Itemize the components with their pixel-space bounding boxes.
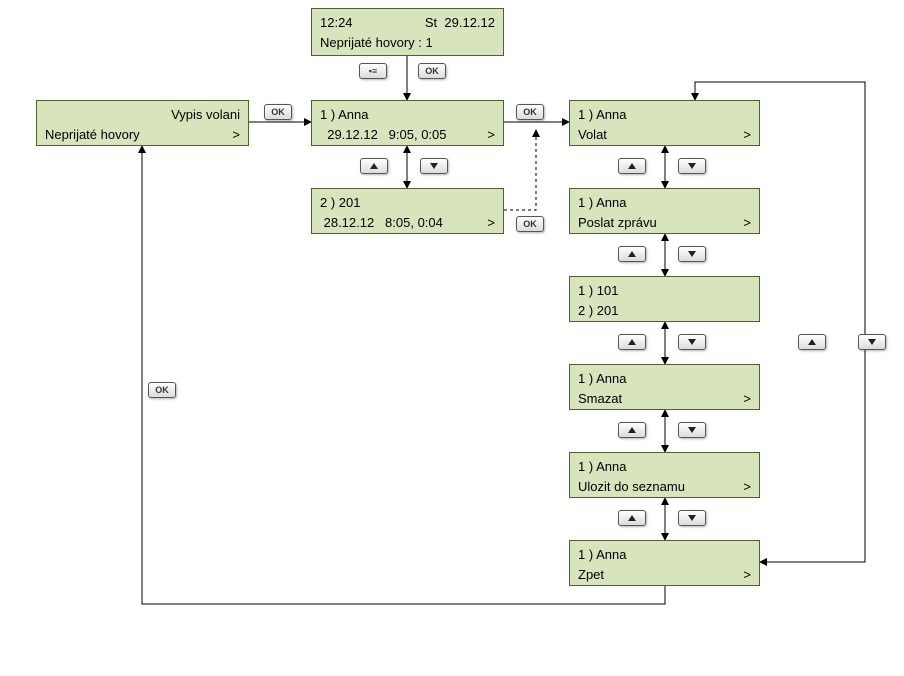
menu-volat[interactable]: 1 ) Anna Volat >	[569, 100, 760, 146]
triangle-down-icon	[688, 251, 696, 257]
triangle-down-icon	[688, 163, 696, 169]
menu6-line1: 1 ) Anna	[578, 545, 751, 565]
triangle-down-icon	[868, 339, 876, 345]
down-button[interactable]	[678, 334, 706, 350]
menu6-label: Zpet	[578, 565, 604, 585]
up-button[interactable]	[360, 158, 388, 174]
chevron-right-icon: >	[232, 125, 240, 145]
triangle-up-icon	[628, 427, 636, 433]
home-date: 29.12.12	[444, 15, 495, 30]
menu-ulozit[interactable]: 1 ) Anna Ulozit do seznamu >	[569, 452, 760, 498]
calllog-title: Vypis volani	[171, 105, 240, 125]
chevron-right-icon: >	[743, 125, 751, 145]
entry1-detail: 29.12.12 9:05, 0:05	[320, 125, 447, 145]
triangle-up-icon	[628, 163, 636, 169]
up-button[interactable]	[618, 158, 646, 174]
chevron-right-icon: >	[743, 477, 751, 497]
menu5-label: Ulozit do seznamu	[578, 477, 685, 497]
screen-home: 12:24 St 29.12.12 Neprijaté hovory : 1	[311, 8, 504, 56]
up-button[interactable]	[618, 334, 646, 350]
triangle-down-icon	[688, 515, 696, 521]
down-button[interactable]	[858, 334, 886, 350]
menu-poslat[interactable]: 1 ) Anna Poslat zprávu >	[569, 188, 760, 234]
menu2-label: Poslat zprávu	[578, 213, 657, 233]
menu4-line1: 1 ) Anna	[578, 369, 751, 389]
triangle-down-icon	[688, 427, 696, 433]
menu-zpet[interactable]: 1 ) Anna Zpet >	[569, 540, 760, 586]
up-button[interactable]	[618, 246, 646, 262]
home-missed: Neprijaté hovory : 1	[320, 33, 495, 53]
menu1-label: Volat	[578, 125, 607, 145]
up-button[interactable]	[798, 334, 826, 350]
home-day: St	[425, 15, 437, 30]
triangle-up-icon	[628, 251, 636, 257]
ok-button[interactable]: OK	[516, 104, 544, 120]
down-button[interactable]	[678, 246, 706, 262]
entry1-name: 1 ) Anna	[320, 105, 495, 125]
ok-button[interactable]: OK	[148, 382, 176, 398]
entry2-name: 2 ) 201	[320, 193, 495, 213]
menu3-line1: 1 ) 101	[578, 281, 751, 301]
chevron-right-icon: >	[487, 213, 495, 233]
menu4-label: Smazat	[578, 389, 622, 409]
calllog-missed: Neprijaté hovory	[45, 125, 140, 145]
menu1-line1: 1 ) Anna	[578, 105, 751, 125]
up-button[interactable]	[618, 422, 646, 438]
triangle-up-icon	[628, 515, 636, 521]
ok-button[interactable]: OK	[418, 63, 446, 79]
triangle-up-icon	[628, 339, 636, 345]
chevron-right-icon: >	[743, 213, 751, 233]
triangle-down-icon	[430, 163, 438, 169]
list-button[interactable]: ▪≡	[359, 63, 387, 79]
call-entry-1[interactable]: 1 ) Anna 29.12.12 9:05, 0:05 >	[311, 100, 504, 146]
ok-button[interactable]: OK	[264, 104, 292, 120]
screen-calllog: Vypis volani Neprijaté hovory >	[36, 100, 249, 146]
menu5-line1: 1 ) Anna	[578, 457, 751, 477]
triangle-up-icon	[370, 163, 378, 169]
triangle-up-icon	[808, 339, 816, 345]
entry2-detail: 28.12.12 8:05, 0:04	[320, 213, 443, 233]
menu-smazat[interactable]: 1 ) Anna Smazat >	[569, 364, 760, 410]
ok-button[interactable]: OK	[516, 216, 544, 232]
down-button[interactable]	[420, 158, 448, 174]
menu3-line2: 2 ) 201	[578, 301, 751, 321]
chevron-right-icon: >	[743, 389, 751, 409]
call-entry-2[interactable]: 2 ) 201 28.12.12 8:05, 0:04 >	[311, 188, 504, 234]
up-button[interactable]	[618, 510, 646, 526]
down-button[interactable]	[678, 158, 706, 174]
down-button[interactable]	[678, 422, 706, 438]
menu2-line1: 1 ) Anna	[578, 193, 751, 213]
chevron-right-icon: >	[487, 125, 495, 145]
menu-numbers[interactable]: 1 ) 101 2 ) 201	[569, 276, 760, 322]
list-icon: ▪≡	[369, 66, 377, 76]
home-time: 12:24	[320, 13, 353, 33]
triangle-down-icon	[688, 339, 696, 345]
down-button[interactable]	[678, 510, 706, 526]
chevron-right-icon: >	[743, 565, 751, 585]
